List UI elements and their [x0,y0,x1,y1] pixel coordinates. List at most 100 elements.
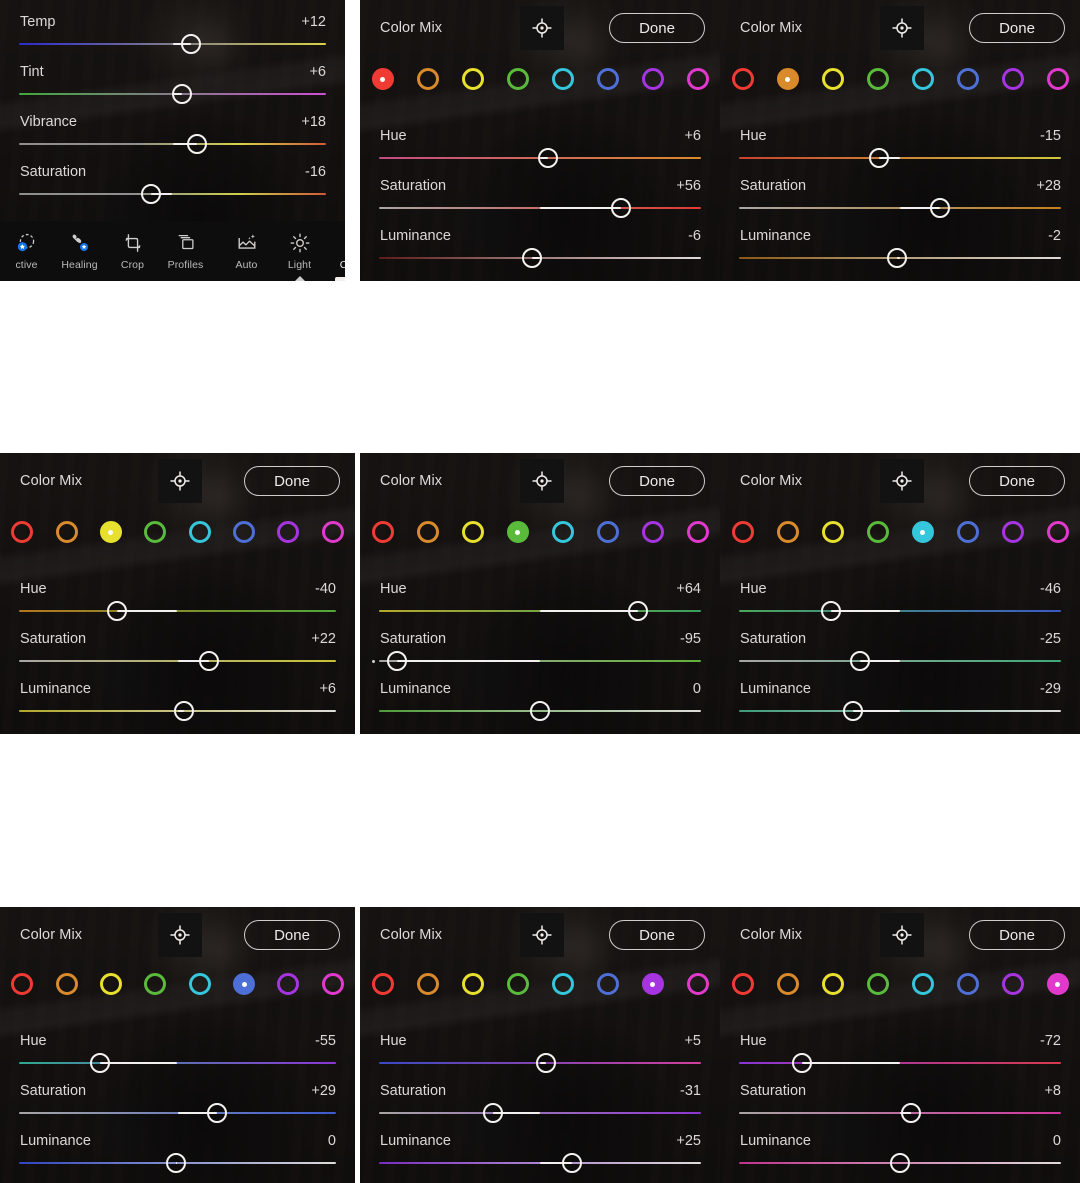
swatch-green[interactable] [855,973,900,995]
swatch-purple-dot[interactable] [277,521,300,543]
swatch-purple[interactable] [266,973,310,995]
slider-vibrance[interactable]: Vibrance +18 [0,114,345,156]
toolbar-item-profiles[interactable]: Profiles [159,221,212,281]
swatch-red[interactable] [360,973,405,995]
swatch-aqua[interactable] [178,521,222,543]
swatch-magenta-dot[interactable] [1046,521,1069,543]
swatch-magenta[interactable] [311,973,355,995]
swatch-green[interactable] [495,68,540,90]
swatch-green[interactable] [855,521,900,543]
slider-saturation[interactable]: Saturation -16 [0,164,345,206]
slider-knob[interactable] [141,184,161,204]
slider-hue[interactable]: Hue +64 [360,581,720,623]
swatch-purple-dot[interactable] [641,973,664,995]
swatch-yellow-dot[interactable] [99,521,122,543]
slider-knob[interactable] [180,34,201,54]
swatch-blue[interactable] [945,973,990,995]
swatch-aqua-dot[interactable] [911,521,934,543]
swatch-yellow-dot[interactable] [99,973,122,995]
slider-knob[interactable] [930,198,951,218]
slider-track[interactable] [739,710,1061,712]
swatch-green-dot[interactable] [506,521,529,543]
swatch-green[interactable] [855,68,900,90]
swatch-yellow[interactable] [810,68,855,90]
target-picker-icon[interactable] [520,459,564,503]
swatch-green[interactable] [495,521,540,543]
swatch-green[interactable] [133,973,177,995]
slider-hue[interactable]: Hue +5 [360,1033,720,1075]
swatch-aqua-dot[interactable] [551,68,574,90]
swatch-purple-dot[interactable] [1001,68,1024,90]
swatch-green-dot[interactable] [866,68,889,90]
swatch-aqua[interactable] [900,521,945,543]
slider-luminance[interactable]: Luminance +6 [0,681,355,723]
swatch-green[interactable] [495,973,540,995]
swatch-red-dot[interactable] [731,521,754,543]
slider-hue[interactable]: Hue -55 [0,1033,355,1075]
swatch-yellow[interactable] [89,973,133,995]
swatch-blue[interactable] [585,973,630,995]
swatch-magenta[interactable] [1035,68,1080,90]
swatch-purple-dot[interactable] [641,521,664,543]
swatch-orange-dot[interactable] [776,68,799,90]
swatch-orange[interactable] [765,521,810,543]
swatch-red[interactable] [0,973,44,995]
swatch-blue[interactable] [945,68,990,90]
swatch-purple[interactable] [630,521,675,543]
done-button[interactable]: Done [609,920,705,950]
slider-saturation[interactable]: Saturation +29 [0,1083,355,1125]
done-button[interactable]: Done [969,920,1065,950]
swatch-blue[interactable] [222,973,266,995]
slider-track[interactable] [379,1112,701,1114]
slider-luminance[interactable]: Luminance 0 [360,681,720,723]
toolbar-item-light[interactable]: Light [273,221,326,281]
slider-knob[interactable] [536,1053,557,1073]
swatch-yellow-dot[interactable] [461,973,484,995]
slider-knob[interactable] [521,248,542,268]
swatch-green[interactable] [133,521,177,543]
swatch-yellow-dot[interactable] [821,521,844,543]
swatch-red-dot[interactable] [11,973,34,995]
swatch-purple-dot[interactable] [1001,973,1024,995]
swatch-magenta[interactable] [675,973,720,995]
slider-tint[interactable]: Tint +6 [0,64,345,106]
swatch-purple[interactable] [990,68,1035,90]
slider-knob[interactable] [207,1103,228,1123]
swatch-red-dot[interactable] [371,521,394,543]
swatch-green-dot[interactable] [866,973,889,995]
swatch-orange-dot[interactable] [55,973,78,995]
swatch-yellow-dot[interactable] [461,68,484,90]
swatch-yellow[interactable] [810,521,855,543]
swatch-yellow[interactable] [450,521,495,543]
target-picker-icon[interactable] [880,6,924,50]
swatch-orange-dot[interactable] [776,521,799,543]
slider-hue[interactable]: Hue -15 [720,128,1080,170]
swatch-yellow-dot[interactable] [461,521,484,543]
swatch-green-dot[interactable] [506,973,529,995]
swatch-orange[interactable] [405,68,450,90]
slider-hue[interactable]: Hue +6 [360,128,720,170]
swatch-magenta-dot[interactable] [1046,68,1069,90]
swatch-aqua-dot[interactable] [911,68,934,90]
slider-knob[interactable] [173,701,194,721]
swatch-aqua-dot[interactable] [911,973,934,995]
slider-saturation[interactable]: Saturation -31 [360,1083,720,1125]
slider-temp[interactable]: Temp +12 [0,14,345,56]
swatch-blue[interactable] [585,521,630,543]
slider-track[interactable] [739,660,1061,662]
done-button[interactable]: Done [244,466,340,496]
swatch-red[interactable] [360,521,405,543]
swatch-green-dot[interactable] [506,68,529,90]
swatch-yellow-dot[interactable] [821,973,844,995]
slider-track[interactable] [739,610,1061,612]
slider-luminance[interactable]: Luminance -29 [720,681,1080,723]
swatch-aqua[interactable] [900,68,945,90]
done-button[interactable]: Done [609,13,705,43]
swatch-aqua-dot[interactable] [551,521,574,543]
swatch-red-dot[interactable] [371,973,394,995]
swatch-aqua[interactable] [540,521,585,543]
swatch-purple[interactable] [266,521,310,543]
slider-knob[interactable] [530,701,550,721]
slider-knob[interactable] [886,248,907,268]
swatch-purple[interactable] [990,521,1035,543]
